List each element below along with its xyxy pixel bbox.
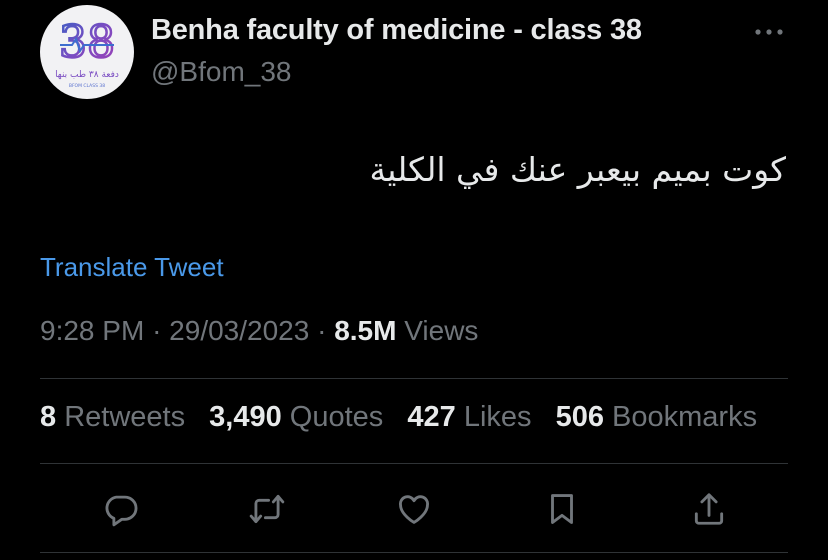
retweets-count: 8: [40, 401, 57, 433]
meta-separator: ·: [152, 315, 162, 346]
quotes-stat[interactable]: 3,490 Quotes: [209, 401, 383, 433]
display-name[interactable]: Benha faculty of medicine - class 38: [151, 14, 642, 47]
meta-separator: ·: [317, 315, 327, 346]
tweet-text: كوت بميم بيعبر عنك في الكلية: [369, 150, 786, 189]
avatar-caption: BFOM CLASS 38: [69, 83, 105, 89]
bookmarks-label: Bookmarks: [612, 401, 758, 433]
tweet-metadata: 9:28 PM · 29/03/2023 · 8.5M Views: [40, 315, 478, 347]
retweets-stat[interactable]: 8 Retweets: [40, 401, 185, 433]
quotes-label: Quotes: [289, 401, 384, 433]
retweet-icon[interactable]: [248, 490, 286, 528]
likes-label: Likes: [463, 401, 532, 433]
bookmarks-count: 506: [555, 401, 604, 433]
likes-count: 427: [407, 401, 456, 433]
translate-tweet-link[interactable]: Translate Tweet: [40, 252, 224, 283]
user-handle[interactable]: @Bfom_38: [151, 56, 292, 88]
views-label: Views: [404, 315, 479, 346]
bookmarks-stat[interactable]: 506 Bookmarks: [556, 401, 758, 433]
views-count: 8.5M: [334, 315, 397, 346]
like-icon[interactable]: [395, 490, 433, 528]
retweets-label: Retweets: [64, 401, 186, 433]
avatar-arabic-text: دفعة ٣٨ طب بنها: [55, 70, 119, 80]
bookmark-icon[interactable]: [543, 490, 581, 528]
engagement-stats: 8 Retweets 3,490 Quotes 427 Likes 506 Bo…: [40, 401, 773, 434]
tweet-time[interactable]: 9:28 PM: [40, 315, 144, 346]
likes-stat[interactable]: 427 Likes: [407, 401, 531, 433]
share-icon[interactable]: [690, 490, 728, 528]
divider: [40, 552, 788, 553]
tweet-date[interactable]: 29/03/2023: [169, 315, 309, 346]
quotes-count: 3,490: [209, 401, 282, 433]
divider: [40, 378, 788, 379]
tweet-actions-bar: [0, 490, 828, 530]
avatar-number: 38: [59, 17, 115, 68]
divider: [40, 463, 788, 464]
more-options-icon[interactable]: [752, 22, 786, 42]
reply-icon[interactable]: [102, 490, 140, 528]
avatar[interactable]: 38 دفعة ٣٨ طب بنها BFOM CLASS 38: [40, 5, 134, 99]
